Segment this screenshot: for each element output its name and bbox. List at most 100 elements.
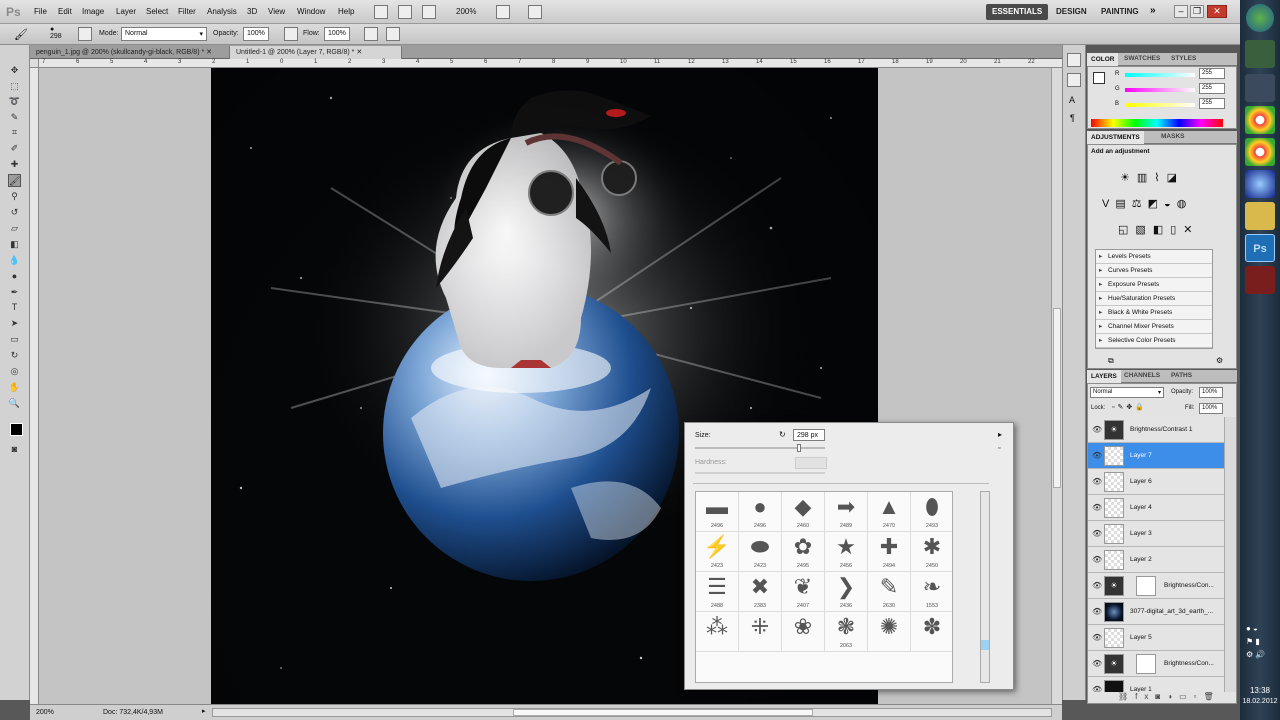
zoom-level[interactable]: 200% xyxy=(456,7,476,16)
ruler-origin[interactable] xyxy=(30,59,39,68)
start-button[interactable] xyxy=(1246,4,1274,32)
menu-window[interactable]: Window xyxy=(297,7,325,16)
layer-row[interactable]: 👁 ☀ Brightness/Con... xyxy=(1088,573,1224,599)
taskbar-app-2-icon[interactable] xyxy=(1245,266,1275,294)
g-slider[interactable] xyxy=(1125,88,1195,92)
folder-icon[interactable] xyxy=(1245,202,1275,230)
close-tab-icon[interactable]: ✕ xyxy=(356,49,362,56)
paragraph-panel-icon[interactable]: ¶ xyxy=(1070,113,1075,123)
zoom-tool-icon[interactable]: 🔍 xyxy=(8,397,21,410)
menu-3d[interactable]: 3D xyxy=(247,7,257,16)
brush-tip[interactable]: ➡ 2489 xyxy=(825,492,868,532)
g-value-field[interactable]: 255 xyxy=(1199,83,1225,94)
adjustment-icons-row-1[interactable]: ☀▥⌇◪ xyxy=(1120,171,1184,184)
b-slider[interactable] xyxy=(1125,103,1195,107)
brush-tip[interactable]: ✎ 2630 xyxy=(868,572,911,612)
brush-tip[interactable]: ▲ 2470 xyxy=(868,492,911,532)
brush-tip[interactable]: ❀ xyxy=(782,612,825,652)
color-spectrum-bar[interactable] xyxy=(1091,119,1223,127)
marquee-tool-icon[interactable]: ⬚ xyxy=(8,80,21,93)
brush-tip[interactable]: ⁜ xyxy=(739,612,782,652)
layer-row[interactable]: 👁 Layer 4 xyxy=(1088,495,1224,521)
arrange-documents-icon[interactable] xyxy=(496,5,510,19)
brush-tip[interactable]: ❧ 1553 xyxy=(911,572,952,612)
adjustment-options-icon[interactable]: ⚙ xyxy=(1216,356,1223,365)
preset-exposure[interactable]: Exposure Presets xyxy=(1096,278,1212,292)
pen-tool-icon[interactable]: ✒ xyxy=(8,286,21,299)
3d-rotate-tool-icon[interactable]: ↻ xyxy=(8,349,21,362)
reset-size-icon[interactable]: ↻ xyxy=(779,430,786,439)
layer-mask-thumbnail[interactable] xyxy=(1136,654,1156,674)
menu-image[interactable]: Image xyxy=(82,7,104,16)
history-brush-tool-icon[interactable]: ↺ xyxy=(8,206,21,219)
close-icon[interactable]: ✕ xyxy=(1207,5,1227,18)
tab-adjustments[interactable]: ADJUSTMENTS xyxy=(1087,131,1144,144)
layer-visibility-eye-icon[interactable]: 👁 xyxy=(1092,607,1102,616)
path-select-tool-icon[interactable]: ➤ xyxy=(8,317,21,330)
opacity-field[interactable]: 100% xyxy=(243,27,269,41)
screen-mode-icon[interactable] xyxy=(528,5,542,19)
menu-view[interactable]: View xyxy=(268,7,285,16)
hscroll-thumb[interactable] xyxy=(513,709,813,716)
flow-field[interactable]: 100% xyxy=(324,27,350,41)
adjustment-icons-row-2[interactable]: V▤⚖◩◒◍ xyxy=(1102,197,1192,210)
layers-scrollbar[interactable] xyxy=(1224,417,1236,692)
lock-icons[interactable]: ▫✎✥🔒 xyxy=(1112,403,1147,411)
menu-file[interactable]: File xyxy=(34,7,47,16)
foreground-color-swatch[interactable] xyxy=(10,423,23,436)
brush-size-slider-track[interactable] xyxy=(695,447,825,449)
brush-grid-scrollbar[interactable] xyxy=(980,491,990,683)
minimize-icon[interactable]: – xyxy=(1174,5,1188,18)
layer-row[interactable]: 👁 Layer 7 xyxy=(1088,443,1224,469)
canvas-horizontal-scrollbar[interactable] xyxy=(212,708,1052,717)
tab-channels[interactable]: CHANNELS xyxy=(1120,372,1164,379)
brush-tip[interactable]: ☰ 2488 xyxy=(696,572,739,612)
layer-row[interactable]: 👁 Layer 3 xyxy=(1088,521,1224,547)
layer-visibility-eye-icon[interactable]: 👁 xyxy=(1092,529,1102,538)
layer-visibility-eye-icon[interactable]: 👁 xyxy=(1092,685,1102,692)
brush-tip[interactable]: ❯ 2436 xyxy=(825,572,868,612)
preset-selective-color[interactable]: Selective Color Presets xyxy=(1096,334,1212,348)
layer-row[interactable]: 👁 Layer 6 xyxy=(1088,469,1224,495)
brush-size-field[interactable]: 298 px xyxy=(793,429,825,441)
layer-visibility-eye-icon[interactable]: 👁 xyxy=(1092,633,1102,642)
character-panel-icon[interactable]: A xyxy=(1069,95,1075,105)
layer-row[interactable]: 👁 Layer 5 xyxy=(1088,625,1224,651)
layer-visibility-eye-icon[interactable]: 👁 xyxy=(1092,659,1102,668)
tab-color[interactable]: COLOR xyxy=(1087,53,1119,66)
layer-footer-icons[interactable]: ⛓fx◙◑▭▫🗑 xyxy=(1118,692,1221,701)
b-value-field[interactable]: 255 xyxy=(1199,98,1225,109)
shape-tool-icon[interactable]: ▭ xyxy=(8,333,21,346)
menu-select[interactable]: Select xyxy=(146,7,168,16)
tab-swatches[interactable]: SWATCHES xyxy=(1120,55,1164,62)
eraser-tool-icon[interactable]: ▱ xyxy=(8,222,21,235)
tablet-pressure-icon[interactable] xyxy=(386,27,400,41)
layer-visibility-eye-icon[interactable]: 👁 xyxy=(1092,425,1102,434)
layer-row[interactable]: 👁 ☀ Brightness/Contrast 1 xyxy=(1088,417,1224,443)
layer-row[interactable]: 👁 ☀ Brightness/Con... xyxy=(1088,651,1224,677)
tab-penguin[interactable]: penguin_1.jpg @ 200% (skullcandy-gi-blac… xyxy=(30,46,230,59)
airbrush-icon[interactable] xyxy=(364,27,378,41)
brush-tip[interactable]: ◆ 2460 xyxy=(782,492,825,532)
brush-panel-toggle-icon[interactable] xyxy=(78,27,92,41)
layer-visibility-eye-icon[interactable]: 👁 xyxy=(1092,451,1102,460)
minibridge-icon[interactable] xyxy=(398,5,412,19)
brush-tip[interactable]: ▬ 2496 xyxy=(696,492,739,532)
preset-black-white[interactable]: Black & White Presets xyxy=(1096,306,1212,320)
3d-camera-tool-icon[interactable]: ◎ xyxy=(8,365,21,378)
eyedropper-tool-icon[interactable]: ✐ xyxy=(8,142,21,155)
brush-tip[interactable]: ✽ xyxy=(911,612,952,652)
brush-tip[interactable]: ⁂ xyxy=(696,612,739,652)
menu-filter[interactable]: Filter xyxy=(178,7,196,16)
brush-tip[interactable]: ✚ 2494 xyxy=(868,532,911,572)
crop-tool-icon[interactable]: ⌗ xyxy=(8,126,21,139)
layer-visibility-eye-icon[interactable]: 👁 xyxy=(1092,581,1102,590)
r-slider[interactable] xyxy=(1125,73,1195,77)
clock-date[interactable]: 18.02.2012 xyxy=(1240,698,1280,705)
history-panel-icon[interactable] xyxy=(1067,53,1081,67)
chrome-icon-2[interactable] xyxy=(1245,138,1275,166)
preset-hue-saturation[interactable]: Hue/Saturation Presets xyxy=(1096,292,1212,306)
vscroll-thumb[interactable] xyxy=(1053,308,1061,488)
status-zoom[interactable]: 200% xyxy=(36,709,54,716)
close-tab-icon[interactable]: ✕ xyxy=(206,49,212,56)
